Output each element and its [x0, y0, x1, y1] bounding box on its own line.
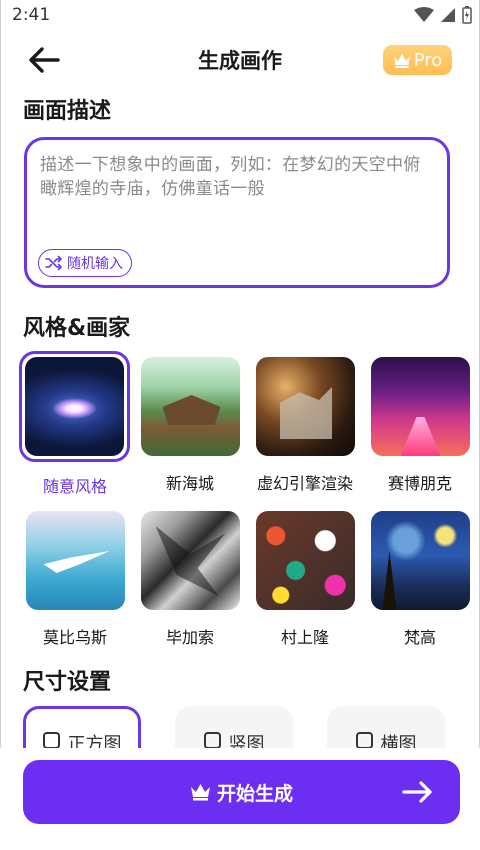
style-label: 随意风格: [42, 477, 107, 496]
style-tile-shinkai[interactable]: 新海城: [140, 357, 240, 494]
start-generate-button[interactable]: 开始生成: [23, 760, 460, 824]
style-label: 新海城: [165, 474, 214, 493]
style-thumb-moebius: [25, 511, 125, 610]
shuffle-icon: [45, 255, 62, 271]
style-label: 毕加索: [165, 628, 214, 647]
random-input-label: 随机输入: [67, 256, 123, 272]
arrow-right-icon: [402, 781, 432, 803]
style-tile-unreal[interactable]: 虚幻引擎渲染: [255, 357, 355, 494]
style-tile-picasso[interactable]: 毕加索: [140, 511, 240, 648]
style-tile-moebius[interactable]: 莫比乌斯: [25, 511, 125, 648]
battery-icon: [462, 6, 472, 24]
start-generate-label: 开始生成: [216, 782, 293, 805]
description-input[interactable]: 描述一下想象中的画面，列如：在梦幻的天空中俯 瞰辉煌的寺庙，仿佛童话一般 随机输…: [24, 137, 450, 288]
wifi-icon: [414, 7, 434, 22]
style-thumb-galaxy: [25, 357, 124, 456]
style-label: 虚幻引擎渲染: [256, 474, 353, 493]
signal-icon: [441, 8, 455, 22]
style-label: 莫比乌斯: [42, 628, 107, 647]
checkbox-icon: [203, 732, 221, 749]
size-heading: 尺寸设置: [23, 670, 112, 695]
checkbox-icon: [355, 732, 373, 749]
checkbox-icon: [42, 732, 60, 749]
pro-button[interactable]: Pro: [383, 45, 452, 75]
style-tile-murakami[interactable]: 村上隆: [255, 511, 355, 648]
status-bar: 2:41: [0, 0, 480, 30]
style-thumb-shinkai: [140, 357, 240, 456]
style-label: 梵高: [403, 628, 436, 647]
description-placeholder: 描述一下想象中的画面，列如：在梦幻的天空中俯 瞰辉煌的寺庙，仿佛童话一般: [40, 155, 421, 199]
style-heading: 风格&画家: [23, 316, 131, 341]
random-input-button[interactable]: 随机输入: [38, 249, 132, 277]
style-thumb-unreal: [255, 357, 355, 456]
crown-icon: [393, 53, 410, 68]
style-tile-random[interactable]: 随意风格: [19, 351, 130, 497]
description-heading: 画面描述: [23, 99, 112, 124]
style-thumb-picasso: [140, 511, 240, 610]
status-time: 2:41: [12, 5, 51, 25]
style-label: 村上隆: [280, 628, 329, 647]
style-thumb-murakami: [255, 511, 355, 610]
style-thumb-vangogh: [370, 511, 470, 610]
selected-outline: [19, 351, 130, 462]
pro-label: Pro: [413, 49, 443, 71]
crown-icon: [190, 784, 210, 801]
style-label: 赛博朋克: [387, 474, 452, 493]
style-tile-cyberpunk[interactable]: 赛博朋克: [370, 357, 470, 494]
style-tile-vangogh[interactable]: 梵高: [370, 511, 470, 648]
style-thumb-cyberpunk: [370, 357, 470, 456]
